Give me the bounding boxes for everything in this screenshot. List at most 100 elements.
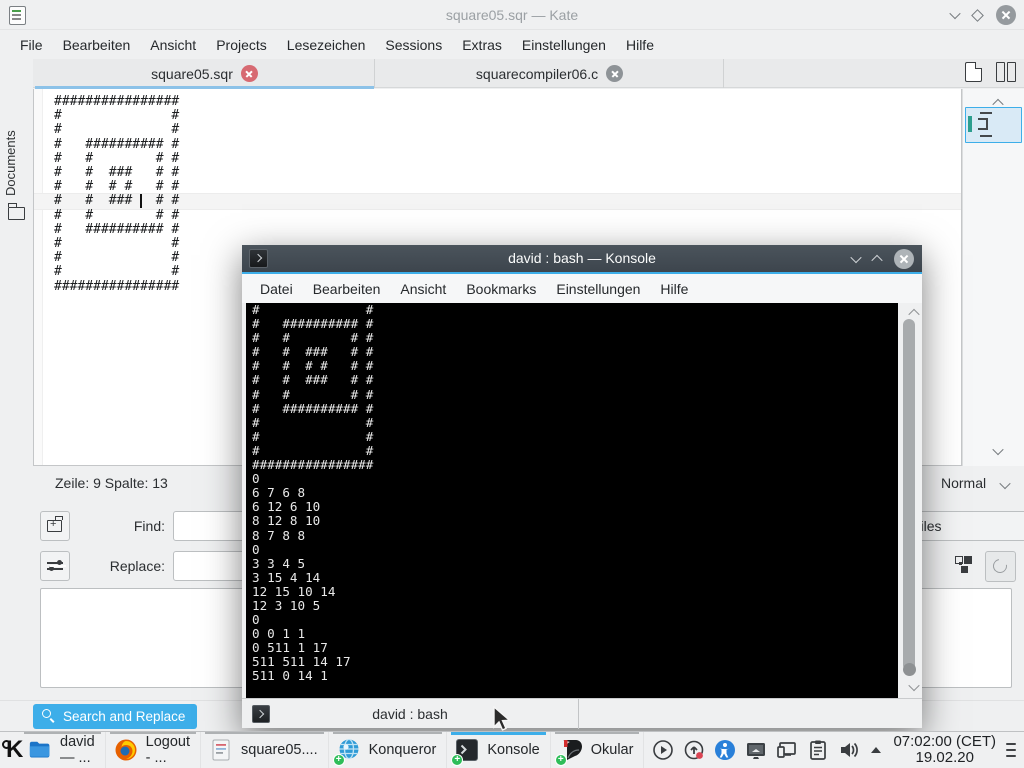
- konsole-menu-item[interactable]: Datei: [250, 277, 303, 301]
- kate-menu-item[interactable]: Projects: [206, 33, 277, 57]
- tab-label: squarecompiler06.c: [476, 66, 598, 82]
- task-button-square05[interactable]: square05....: [201, 732, 329, 768]
- search-icon: [42, 709, 51, 718]
- terminal-scrollbar[interactable]: [898, 303, 922, 698]
- konsole-menu-item[interactable]: Hilfe: [650, 277, 698, 301]
- konqueror-globe-icon: +: [337, 738, 361, 762]
- terminal-screen[interactable]: # # # ########## ## # # # # # ### # ## # #…: [246, 303, 898, 698]
- new-search-tab-button[interactable]: [40, 511, 70, 541]
- terminal-line: 6 7 6 8: [252, 486, 373, 500]
- split-view-icon[interactable]: [996, 62, 1016, 82]
- konsole-menu-item[interactable]: Bookmarks: [456, 277, 546, 301]
- terminal-line: # #: [252, 430, 373, 444]
- folder-icon: [28, 738, 52, 762]
- digital-clock[interactable]: 07:02:00 (CET) 19.02.20: [893, 734, 996, 766]
- tab-close-icon[interactable]: [606, 65, 623, 82]
- refresh-search-button[interactable]: [985, 551, 1016, 582]
- sidebar-item-documents[interactable]: Documents: [3, 123, 29, 203]
- find-label: Find:: [85, 518, 165, 534]
- project-tree-icon[interactable]: [953, 556, 971, 574]
- filesystem-browser-icon[interactable]: [8, 207, 25, 220]
- scroll-down-icon[interactable]: [992, 444, 1003, 455]
- maximize-icon[interactable]: [971, 9, 984, 22]
- scroll-down-icon[interactable]: [908, 680, 919, 691]
- kate-menu-item[interactable]: Lesezeichen: [277, 33, 376, 57]
- terminal-line: # ########## #: [252, 317, 373, 331]
- minimap-view-indicator[interactable]: [965, 107, 1022, 143]
- volume-icon[interactable]: [838, 739, 860, 761]
- kate-menu-item[interactable]: Bearbeiten: [53, 33, 141, 57]
- plus-badge-icon: +: [555, 754, 567, 766]
- plus-badge-icon: +: [451, 754, 463, 766]
- kate-window-title: square05.sqr — Kate: [0, 0, 1024, 30]
- editor-scrollbar-minimap[interactable]: [962, 89, 1024, 466]
- text-document-icon: [209, 738, 233, 762]
- new-document-icon[interactable]: [965, 62, 982, 82]
- konsole-menu-item[interactable]: Bearbeiten: [303, 277, 391, 301]
- software-updates-icon[interactable]: [683, 739, 705, 761]
- firefox-icon: [114, 738, 138, 762]
- clipboard-icon[interactable]: [807, 739, 829, 761]
- kate-menu-item[interactable]: Sessions: [375, 33, 452, 57]
- task-label: Okular: [591, 742, 634, 758]
- screen-sharing-icon[interactable]: [745, 739, 767, 761]
- minimize-icon[interactable]: [850, 251, 861, 262]
- editor-line: # # # #: [34, 209, 961, 223]
- tab-squarecompiler06-c[interactable]: squarecompiler06.c: [376, 59, 724, 88]
- scrollbar-end-dot: [903, 663, 916, 676]
- konsole-menu-item[interactable]: Einstellungen: [546, 277, 650, 301]
- task-button-konsole[interactable]: + Konsole: [447, 732, 550, 768]
- search-and-replace-toggle-button[interactable]: Search and Replace: [33, 704, 197, 729]
- konsole-tab-david-bash[interactable]: david : bash: [242, 699, 579, 729]
- okular-icon: +: [559, 738, 583, 762]
- tab-close-icon[interactable]: [241, 65, 258, 82]
- kate-left-toolview-bar: Documents: [0, 59, 33, 731]
- terminal-line: 12 15 10 14: [252, 585, 373, 599]
- terminal-line: 3 3 4 5: [252, 557, 373, 571]
- kate-menu-item[interactable]: File: [10, 33, 53, 57]
- task-button-konqueror[interactable]: + Konqueror: [329, 732, 448, 768]
- expand-tray-icon[interactable]: [869, 739, 883, 761]
- cursor-position-status[interactable]: Zeile: 9 Spalte: 13: [55, 475, 168, 491]
- panel-settings-icon[interactable]: [1006, 739, 1016, 761]
- tab-square05-sqr[interactable]: square05.sqr: [35, 59, 375, 88]
- task-button-firefox[interactable]: Logout - ...: [106, 732, 201, 768]
- terminal-line: # # ### # #: [252, 373, 373, 387]
- task-label: square05....: [241, 742, 318, 758]
- close-icon[interactable]: [894, 249, 914, 269]
- kate-tabbar: square05.sqr squarecompiler06.c: [33, 59, 1024, 88]
- kate-titlebar[interactable]: square05.sqr — Kate: [0, 0, 1024, 30]
- task-button-okular[interactable]: + Okular: [551, 732, 645, 768]
- kate-menu-item[interactable]: Hilfe: [616, 33, 664, 57]
- konsole-window-title: david : bash — Konsole: [242, 245, 922, 272]
- terminal-line: # # # #: [252, 331, 373, 345]
- system-tray: [652, 732, 883, 768]
- kate-menu-item[interactable]: Einstellungen: [512, 33, 616, 57]
- minimize-icon[interactable]: [949, 8, 960, 19]
- terminal-line: 511 511 14 17: [252, 655, 373, 669]
- terminal-output: # # # ########## ## # # # # # ### # ## # #…: [252, 303, 373, 684]
- accessibility-icon[interactable]: [714, 739, 736, 761]
- konsole-titlebar[interactable]: david : bash — Konsole: [242, 245, 922, 272]
- input-mode-status[interactable]: Normal: [941, 475, 986, 491]
- konsole-menu-item[interactable]: Ansicht: [390, 277, 456, 301]
- editor-line: # # ### # #: [34, 166, 961, 180]
- search-options-button[interactable]: [40, 551, 70, 581]
- close-icon[interactable]: [996, 5, 1016, 25]
- terminal-line: 6 12 6 10: [252, 500, 373, 514]
- terminal-line: 511 0 14 1: [252, 669, 373, 683]
- kate-menu-item[interactable]: Ansicht: [140, 33, 206, 57]
- kate-menu-item[interactable]: Extras: [452, 33, 512, 57]
- media-player-icon[interactable]: [652, 739, 674, 761]
- application-launcher-button[interactable]: K: [0, 732, 20, 768]
- task-button-dolphin[interactable]: david — ...: [20, 732, 106, 768]
- terminal-line: 0: [252, 613, 373, 627]
- scrollbar-thumb[interactable]: [903, 319, 915, 671]
- kde-connect-icon[interactable]: [776, 739, 798, 761]
- terminal-line: ################: [252, 458, 373, 472]
- maximize-icon[interactable]: [871, 254, 882, 265]
- editor-line: # #: [34, 123, 961, 137]
- terminal-line: # # # # # #: [252, 359, 373, 373]
- konsole-body: # # # ########## ## # # # # # ### # ## # #…: [242, 303, 922, 698]
- sliders-icon: [47, 561, 63, 571]
